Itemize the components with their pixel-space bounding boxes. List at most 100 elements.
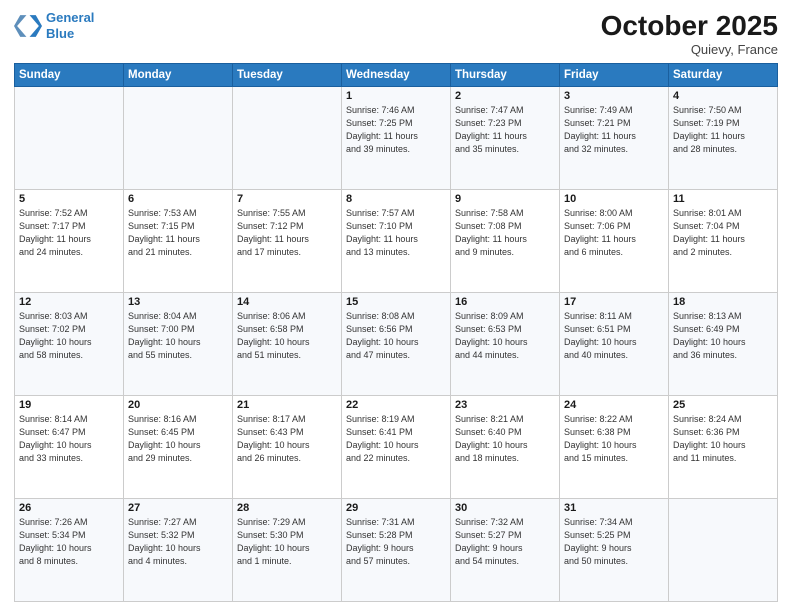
logo-icon <box>14 12 42 40</box>
calendar-cell: 18 Sunrise: 8:13 AM Sunset: 6:49 PM Dayli… <box>669 293 778 396</box>
day-number: 17 <box>564 296 664 308</box>
day-number: 26 <box>19 502 119 514</box>
logo-text: General Blue <box>46 10 94 41</box>
calendar-cell: 26 Sunrise: 7:26 AM Sunset: 5:34 PM Dayli… <box>15 499 124 602</box>
calendar-cell: 8 Sunrise: 7:57 AM Sunset: 7:10 PM Daylig… <box>342 190 451 293</box>
day-info: Sunrise: 7:57 AM Sunset: 7:10 PM Dayligh… <box>346 207 446 259</box>
calendar-cell: 10 Sunrise: 8:00 AM Sunset: 7:06 PM Dayli… <box>560 190 669 293</box>
day-number: 4 <box>673 90 773 102</box>
day-info: Sunrise: 8:04 AM Sunset: 7:00 PM Dayligh… <box>128 310 228 362</box>
logo-general: General <box>46 10 94 25</box>
day-info: Sunrise: 8:14 AM Sunset: 6:47 PM Dayligh… <box>19 413 119 465</box>
week-row-4: 19Sunrise: 8:14 AM Sunset: 6:47 PM Dayli… <box>15 396 778 499</box>
day-info: Sunrise: 7:55 AM Sunset: 7:12 PM Dayligh… <box>237 207 337 259</box>
location: Quievy, France <box>601 42 778 57</box>
day-info: Sunrise: 7:52 AM Sunset: 7:17 PM Dayligh… <box>19 207 119 259</box>
day-number: 10 <box>564 193 664 205</box>
day-info: Sunrise: 8:09 AM Sunset: 6:53 PM Dayligh… <box>455 310 555 362</box>
calendar-cell: 2Sunrise: 7:47 AM Sunset: 7:23 PM Daylig… <box>451 87 560 190</box>
day-number: 12 <box>19 296 119 308</box>
day-info: Sunrise: 7:50 AM Sunset: 7:19 PM Dayligh… <box>673 104 773 156</box>
calendar-header: SundayMondayTuesdayWednesdayThursdayFrid… <box>15 64 778 87</box>
day-info: Sunrise: 7:29 AM Sunset: 5:30 PM Dayligh… <box>237 516 337 568</box>
calendar-cell: 20 Sunrise: 8:16 AM Sunset: 6:45 PM Dayli… <box>124 396 233 499</box>
day-info: Sunrise: 7:58 AM Sunset: 7:08 PM Dayligh… <box>455 207 555 259</box>
logo: General Blue <box>14 10 94 41</box>
calendar-cell: 19Sunrise: 8:14 AM Sunset: 6:47 PM Dayli… <box>15 396 124 499</box>
calendar-cell: 27 Sunrise: 7:27 AM Sunset: 5:32 PM Dayli… <box>124 499 233 602</box>
day-number: 16 <box>455 296 555 308</box>
weekday-header-friday: Friday <box>560 64 669 87</box>
day-info: Sunrise: 7:27 AM Sunset: 5:32 PM Dayligh… <box>128 516 228 568</box>
calendar-cell: 1 Sunrise: 7:46 AM Sunset: 7:25 PM Daylig… <box>342 87 451 190</box>
calendar-cell <box>669 499 778 602</box>
calendar-cell: 4 Sunrise: 7:50 AM Sunset: 7:19 PM Daylig… <box>669 87 778 190</box>
week-row-2: 5 Sunrise: 7:52 AM Sunset: 7:17 PM Daylig… <box>15 190 778 293</box>
day-info: Sunrise: 7:49 AM Sunset: 7:21 PM Dayligh… <box>564 104 664 156</box>
day-number: 18 <box>673 296 773 308</box>
day-info: Sunrise: 7:31 AM Sunset: 5:28 PM Dayligh… <box>346 516 446 568</box>
calendar-cell <box>233 87 342 190</box>
day-number: 23 <box>455 399 555 411</box>
day-number: 27 <box>128 502 228 514</box>
day-info: Sunrise: 8:00 AM Sunset: 7:06 PM Dayligh… <box>564 207 664 259</box>
calendar-cell: 23 Sunrise: 8:21 AM Sunset: 6:40 PM Dayli… <box>451 396 560 499</box>
weekday-header-wednesday: Wednesday <box>342 64 451 87</box>
day-number: 20 <box>128 399 228 411</box>
calendar-cell <box>124 87 233 190</box>
logo-blue: Blue <box>46 26 74 41</box>
day-number: 14 <box>237 296 337 308</box>
day-number: 8 <box>346 193 446 205</box>
weekday-header-saturday: Saturday <box>669 64 778 87</box>
header: General Blue October 2025 Quievy, France <box>14 10 778 57</box>
day-info: Sunrise: 7:34 AM Sunset: 5:25 PM Dayligh… <box>564 516 664 568</box>
day-info: Sunrise: 8:16 AM Sunset: 6:45 PM Dayligh… <box>128 413 228 465</box>
calendar-cell: 15Sunrise: 8:08 AM Sunset: 6:56 PM Dayli… <box>342 293 451 396</box>
weekday-header-tuesday: Tuesday <box>233 64 342 87</box>
day-number: 1 <box>346 90 446 102</box>
day-info: Sunrise: 7:26 AM Sunset: 5:34 PM Dayligh… <box>19 516 119 568</box>
day-info: Sunrise: 8:17 AM Sunset: 6:43 PM Dayligh… <box>237 413 337 465</box>
day-number: 6 <box>128 193 228 205</box>
calendar-body: 1 Sunrise: 7:46 AM Sunset: 7:25 PM Daylig… <box>15 87 778 602</box>
day-number: 5 <box>19 193 119 205</box>
day-number: 15 <box>346 296 446 308</box>
calendar-cell: 11Sunrise: 8:01 AM Sunset: 7:04 PM Dayli… <box>669 190 778 293</box>
day-number: 25 <box>673 399 773 411</box>
day-info: Sunrise: 8:24 AM Sunset: 6:36 PM Dayligh… <box>673 413 773 465</box>
calendar-cell: 29Sunrise: 7:31 AM Sunset: 5:28 PM Dayli… <box>342 499 451 602</box>
weekday-row: SundayMondayTuesdayWednesdayThursdayFrid… <box>15 64 778 87</box>
calendar-cell: 5 Sunrise: 7:52 AM Sunset: 7:17 PM Daylig… <box>15 190 124 293</box>
calendar-cell: 3Sunrise: 7:49 AM Sunset: 7:21 PM Daylig… <box>560 87 669 190</box>
day-number: 22 <box>346 399 446 411</box>
day-number: 9 <box>455 193 555 205</box>
day-number: 2 <box>455 90 555 102</box>
day-number: 13 <box>128 296 228 308</box>
calendar-cell: 22 Sunrise: 8:19 AM Sunset: 6:41 PM Dayli… <box>342 396 451 499</box>
day-info: Sunrise: 8:01 AM Sunset: 7:04 PM Dayligh… <box>673 207 773 259</box>
week-row-3: 12Sunrise: 8:03 AM Sunset: 7:02 PM Dayli… <box>15 293 778 396</box>
calendar-cell: 12Sunrise: 8:03 AM Sunset: 7:02 PM Dayli… <box>15 293 124 396</box>
day-number: 7 <box>237 193 337 205</box>
calendar-cell: 7 Sunrise: 7:55 AM Sunset: 7:12 PM Daylig… <box>233 190 342 293</box>
day-number: 28 <box>237 502 337 514</box>
day-info: Sunrise: 8:13 AM Sunset: 6:49 PM Dayligh… <box>673 310 773 362</box>
day-info: Sunrise: 8:11 AM Sunset: 6:51 PM Dayligh… <box>564 310 664 362</box>
day-info: Sunrise: 8:22 AM Sunset: 6:38 PM Dayligh… <box>564 413 664 465</box>
calendar-table: SundayMondayTuesdayWednesdayThursdayFrid… <box>14 63 778 602</box>
calendar-cell <box>15 87 124 190</box>
calendar-cell: 13 Sunrise: 8:04 AM Sunset: 7:00 PM Dayli… <box>124 293 233 396</box>
week-row-5: 26 Sunrise: 7:26 AM Sunset: 5:34 PM Dayli… <box>15 499 778 602</box>
month-title: October 2025 <box>601 10 778 42</box>
weekday-header-monday: Monday <box>124 64 233 87</box>
day-info: Sunrise: 7:46 AM Sunset: 7:25 PM Dayligh… <box>346 104 446 156</box>
day-info: Sunrise: 8:19 AM Sunset: 6:41 PM Dayligh… <box>346 413 446 465</box>
calendar-cell: 14 Sunrise: 8:06 AM Sunset: 6:58 PM Dayli… <box>233 293 342 396</box>
calendar-cell: 25 Sunrise: 8:24 AM Sunset: 6:36 PM Dayli… <box>669 396 778 499</box>
day-info: Sunrise: 8:21 AM Sunset: 6:40 PM Dayligh… <box>455 413 555 465</box>
weekday-header-thursday: Thursday <box>451 64 560 87</box>
day-info: Sunrise: 7:32 AM Sunset: 5:27 PM Dayligh… <box>455 516 555 568</box>
calendar-cell: 16 Sunrise: 8:09 AM Sunset: 6:53 PM Dayli… <box>451 293 560 396</box>
calendar-cell: 28 Sunrise: 7:29 AM Sunset: 5:30 PM Dayli… <box>233 499 342 602</box>
day-info: Sunrise: 8:06 AM Sunset: 6:58 PM Dayligh… <box>237 310 337 362</box>
